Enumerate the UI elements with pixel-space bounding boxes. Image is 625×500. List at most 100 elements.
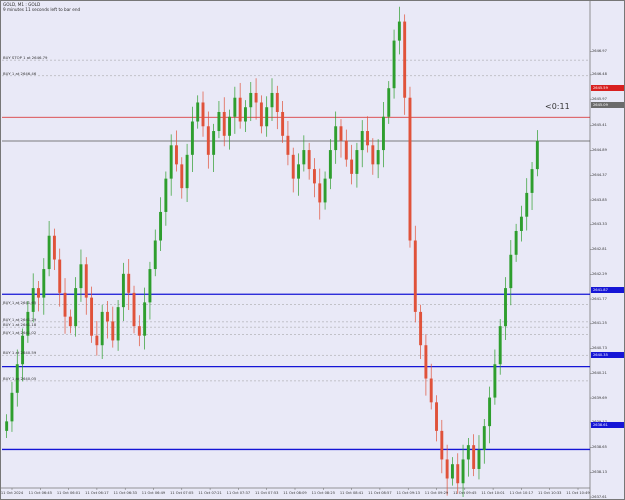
candle-body — [137, 326, 141, 336]
candle-body — [79, 264, 83, 289]
candle-body — [323, 178, 327, 203]
price-tick-label: 2646.97 — [592, 49, 607, 54]
time-tick-label: 11 Oct 06:33 — [113, 491, 137, 495]
order-label: BUY 1 at 2646.46 — [3, 70, 37, 76]
candle-body — [482, 426, 486, 450]
candle-body — [270, 92, 274, 108]
candle-body — [450, 464, 454, 479]
candle-body — [190, 121, 194, 155]
candle-body — [196, 102, 200, 122]
time-tick-label: 11 Oct 06:01 — [56, 491, 81, 495]
candle-body — [212, 131, 216, 155]
candle-body — [63, 292, 67, 317]
candle-body — [381, 116, 385, 151]
price-tick-label: 2644.89 — [592, 148, 607, 153]
candle-body — [466, 445, 470, 460]
level-top-price-tag: 2641.87 — [591, 287, 624, 293]
time-tick-label: 11 Oct 07:05 — [170, 491, 194, 495]
candle-body — [419, 311, 423, 346]
price-tick-label: 2638.65 — [592, 445, 607, 450]
candle-body — [498, 326, 502, 365]
candle-body — [514, 230, 518, 255]
candle-body — [259, 102, 263, 127]
candle-body — [175, 145, 178, 165]
price-tick-label: 2641.77 — [592, 296, 607, 301]
candle-body — [10, 392, 14, 422]
candle-body — [397, 21, 401, 41]
candle-body — [185, 154, 189, 189]
time-tick-label: 11 Oct 10:17 — [509, 491, 534, 495]
candle-body — [5, 421, 9, 431]
candle-body — [387, 88, 391, 117]
candle-body — [392, 40, 396, 89]
candle-body — [440, 430, 444, 460]
candle-body — [488, 397, 492, 427]
price-tick-label: 2645.41 — [592, 123, 607, 128]
candle-body — [318, 183, 322, 203]
candle-body — [307, 150, 311, 170]
candle-body — [360, 131, 364, 151]
candle-body — [74, 288, 78, 327]
sell-level-price-tag: 2645.59 — [591, 85, 624, 91]
time-tick-label: 11 Oct 10:01 — [481, 491, 505, 495]
candle-body — [90, 297, 94, 336]
candle-body — [228, 116, 232, 136]
candle-body — [58, 259, 62, 293]
candlestick-chart[interactable] — [0, 0, 625, 500]
candle-body — [456, 464, 460, 484]
candle-body — [52, 235, 56, 260]
candle-body — [429, 378, 433, 403]
candle-body — [435, 402, 438, 431]
candle-body — [424, 345, 428, 379]
time-tick-label: 11 Oct 06:17 — [85, 491, 109, 495]
candle-body — [100, 311, 104, 346]
level-bottom-price-tag: 2638.61 — [591, 422, 624, 428]
order-label: BUY 1 at 2641.18 — [3, 322, 37, 328]
time-tick-label: 11 Oct 07:53 — [254, 491, 279, 495]
price-tick-label: 2642.81 — [592, 247, 607, 252]
candle-body — [504, 288, 507, 327]
candle-body — [180, 164, 184, 189]
price-tick-label: 2642.29 — [592, 271, 607, 276]
trading-chart-window[interactable]: GOLD, M1 : GOLD 9 minutes 11 seconds lef… — [0, 0, 625, 500]
candle-body — [413, 240, 417, 312]
chart-border — [0, 0, 625, 500]
candle-body — [344, 140, 348, 160]
candle-body — [143, 302, 147, 336]
time-tick-label: 11 Oct 08:25 — [311, 491, 336, 495]
candle-body — [328, 150, 332, 179]
candle-body — [217, 111, 221, 132]
candle-body — [148, 269, 152, 303]
candle-body — [302, 150, 306, 165]
candle-body — [222, 111, 226, 136]
candle-body — [403, 21, 407, 98]
time-tick-label: 11 Oct 10:33 — [537, 491, 562, 495]
candle-body — [281, 111, 285, 136]
candle-body — [37, 288, 40, 298]
price-tick-label: 2643.33 — [592, 222, 607, 227]
bar-timer-label: 9 minutes 11 seconds left to bar end — [3, 7, 81, 12]
price-tick-label: 2644.37 — [592, 172, 607, 177]
candle-body — [233, 97, 237, 117]
time-tick-label: 11 Oct 07:37 — [226, 491, 251, 495]
candle-body — [249, 92, 253, 108]
candle-body — [355, 150, 359, 174]
time-tick-label: 11 Oct 06:45 — [28, 491, 53, 495]
candle-body — [472, 445, 476, 469]
time-tick-label: 11 Oct 2024 — [0, 491, 24, 495]
candle-body — [159, 211, 163, 241]
candle-body — [106, 311, 109, 322]
candle-body — [312, 169, 316, 184]
bar-countdown: <0:11 — [545, 102, 570, 111]
candle-body — [244, 107, 247, 122]
candle-body — [169, 145, 173, 179]
candle-body — [238, 97, 242, 122]
time-tick-label: 11 Oct 08:09 — [283, 491, 307, 495]
price-tick-label: 2640.73 — [592, 346, 607, 351]
candle-body — [164, 178, 168, 212]
candle-body — [286, 135, 290, 155]
order-label: BUY 1 at 2640.05 — [3, 375, 37, 381]
candle-body — [445, 459, 449, 479]
candle-body — [47, 235, 51, 270]
candle-body — [297, 164, 300, 179]
